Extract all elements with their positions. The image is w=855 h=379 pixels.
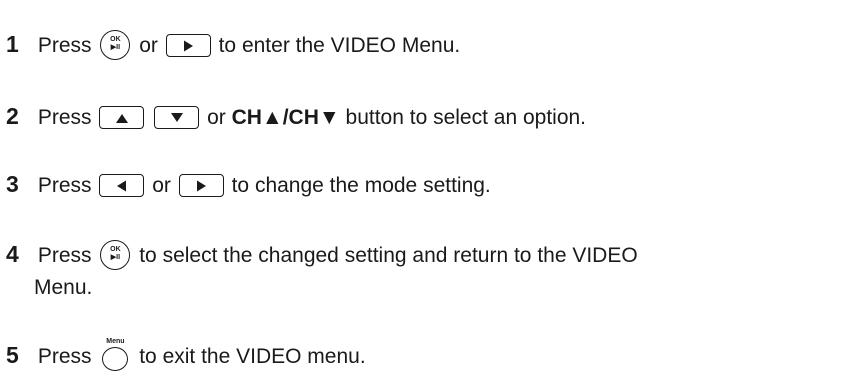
step-text: button to select an option. xyxy=(345,106,587,129)
step-text: or xyxy=(207,106,226,129)
left-arrow-button-icon xyxy=(99,174,145,197)
up-arrow-button-icon xyxy=(99,106,145,129)
step-number: 2 xyxy=(6,103,19,129)
step-number: 1 xyxy=(6,31,19,57)
step-text: Press xyxy=(37,345,92,368)
step-text: Press xyxy=(37,174,92,197)
right-arrow-button-icon xyxy=(178,174,224,197)
play-pause-label: ▶II xyxy=(110,44,121,51)
step-text: to select the changed setting and return… xyxy=(139,244,638,267)
step-text: to enter the VIDEO Menu. xyxy=(218,34,461,57)
step-3: 3 Press or to change the mode setting. xyxy=(0,167,491,203)
step-4: 4 Press OK ▶II to select the changed set… xyxy=(0,237,638,273)
step-1: 1 Press OK ▶II or to enter the VIDEO Men… xyxy=(0,27,460,63)
ok-play-button-icon: OK ▶II xyxy=(100,240,131,270)
ok-label: OK xyxy=(110,246,121,253)
step-text: Press xyxy=(37,244,92,267)
step-text: to exit the VIDEO menu. xyxy=(139,345,366,368)
step-2: 2 Press or CH▲/CH▼ button to select an o… xyxy=(0,99,586,135)
step-number: 4 xyxy=(6,241,19,267)
step-text: or xyxy=(152,174,171,197)
menu-label: Menu xyxy=(106,338,125,345)
down-arrow-button-icon xyxy=(154,106,200,129)
step-5: 5 Press Menu to exit the VIDEO menu. xyxy=(0,338,366,374)
right-arrow-button-icon xyxy=(165,34,211,57)
menu-button-shape xyxy=(102,347,129,371)
step-number: 5 xyxy=(6,342,19,368)
step-text: Press xyxy=(37,34,92,57)
step-text: or xyxy=(139,34,158,57)
step-text: to change the mode setting. xyxy=(231,174,491,197)
step-4-continuation: Menu. xyxy=(34,276,93,299)
step-number: 3 xyxy=(6,171,19,197)
play-pause-label: ▶II xyxy=(110,254,121,261)
ok-play-button-icon: OK ▶II xyxy=(100,30,131,60)
channel-keys-label: CH▲/CH▼ xyxy=(231,106,340,129)
step-text: Press xyxy=(37,106,92,129)
ok-label: OK xyxy=(110,36,121,43)
menu-button-icon: Menu xyxy=(100,338,130,372)
